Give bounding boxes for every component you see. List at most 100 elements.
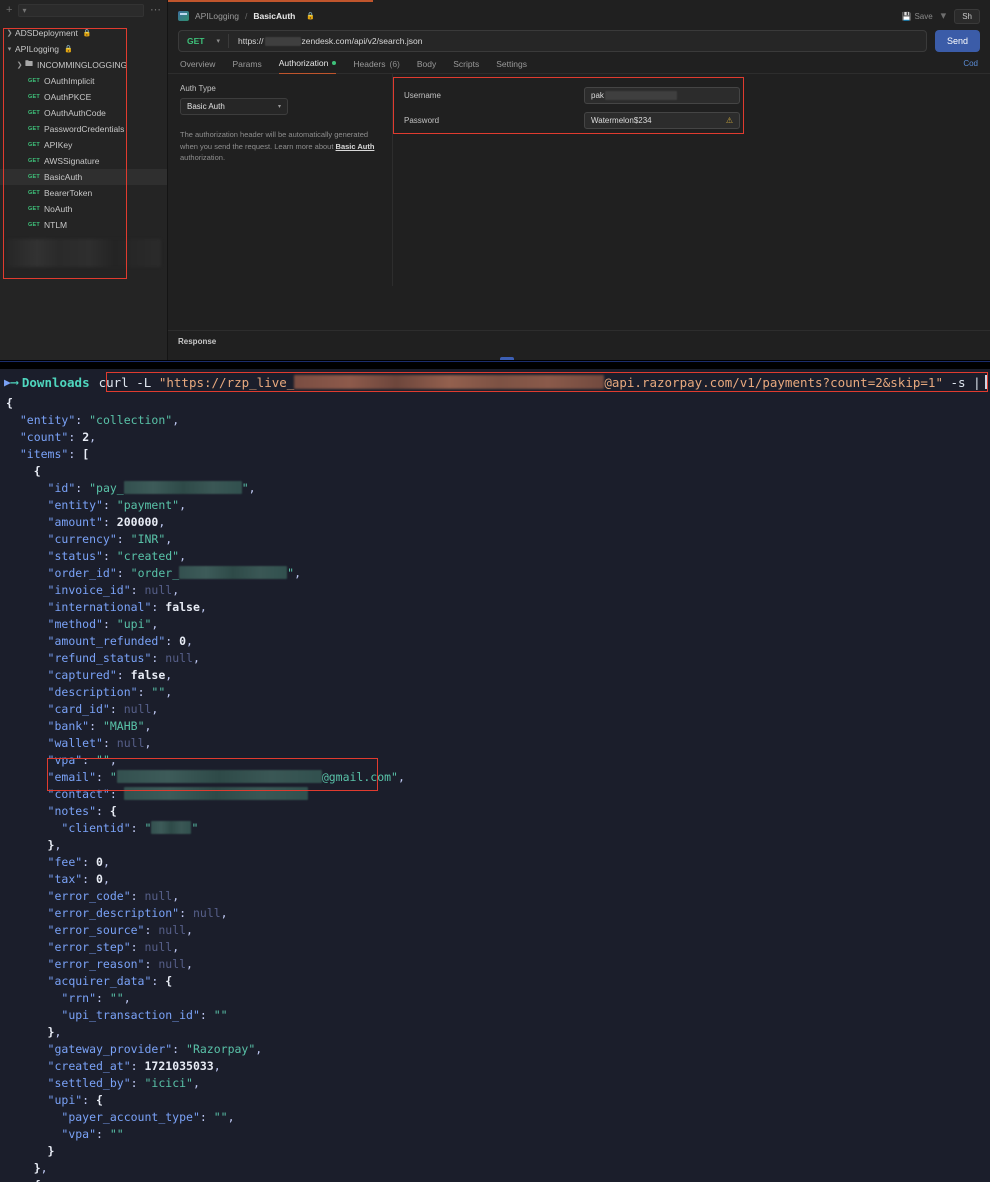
json-key: "rrn" bbox=[61, 991, 97, 1005]
sidebar-item-label: APILogging bbox=[15, 44, 59, 54]
chevron-right-icon[interactable]: ❯ bbox=[4, 29, 15, 37]
tab-body[interactable]: Body bbox=[417, 59, 436, 74]
command-text[interactable]: curl -L "https://rzp_live_ @api.razorpay.… bbox=[99, 375, 987, 390]
json-string: "" bbox=[213, 1110, 228, 1124]
tab-scripts[interactable]: Scripts bbox=[453, 59, 479, 74]
sidebar-item-basicauth[interactable]: GET BasicAuth bbox=[0, 169, 167, 185]
url-prefix: https:// bbox=[238, 36, 264, 46]
sidebar-item-oauthauthcode[interactable]: GET OAuthAuthCode bbox=[0, 105, 167, 121]
basic-auth-link[interactable]: Basic Auth bbox=[336, 142, 375, 151]
curl-flag-L: -L bbox=[136, 374, 152, 390]
auth-description-text-end: authorization. bbox=[180, 153, 226, 163]
breadcrumb-collection[interactable]: APILogging bbox=[195, 11, 239, 21]
sidebar-item-apilogging[interactable]: ▾ APILogging 🔒 bbox=[0, 41, 167, 57]
code-link[interactable]: Cod bbox=[963, 59, 978, 73]
password-label: Password bbox=[404, 115, 440, 125]
ellipsis-icon[interactable]: ⋯ bbox=[150, 4, 161, 16]
sidebar-item-oauthpkce[interactable]: GET OAuthPKCE bbox=[0, 89, 167, 105]
json-token: , bbox=[199, 600, 207, 614]
json-key: "fee" bbox=[47, 855, 83, 869]
sidebar-item-ntlm[interactable]: GET NTLM bbox=[0, 217, 167, 233]
sidebar-item-bearertoken[interactable]: GET BearerToken bbox=[0, 185, 167, 201]
sidebar-item-oauthimplicit[interactable]: GET OAuthImplicit bbox=[0, 73, 167, 89]
warning-triangle-icon[interactable]: ⚠ bbox=[726, 116, 733, 125]
json-token: , bbox=[144, 719, 152, 733]
json-token: : bbox=[75, 413, 90, 427]
json-token: : bbox=[116, 668, 131, 682]
sidebar-item-noauth[interactable]: GET NoAuth bbox=[0, 201, 167, 217]
json-key: "upi" bbox=[47, 1093, 83, 1107]
json-token: , bbox=[151, 617, 159, 631]
chevron-right-icon[interactable]: ❯ bbox=[14, 61, 25, 69]
chevron-down-icon: ▾ bbox=[216, 38, 220, 45]
chevron-down-icon[interactable]: ▾ bbox=[4, 45, 15, 53]
json-key: "currency" bbox=[47, 532, 117, 546]
json-key: "payer_account_type" bbox=[61, 1110, 200, 1124]
tab-headers[interactable]: Headers (6) bbox=[353, 59, 400, 74]
sidebar-item-passwordcredentials[interactable]: GET PasswordCredentials bbox=[0, 121, 167, 137]
sidebar-toolbar: + ▾ ⋯ bbox=[0, 0, 167, 20]
json-line: "notes": { bbox=[6, 803, 990, 820]
json-token: , bbox=[172, 940, 180, 954]
json-token: : bbox=[130, 1059, 145, 1073]
tab-settings[interactable]: Settings bbox=[496, 59, 527, 74]
json-string: "INR" bbox=[130, 532, 166, 546]
json-token: : bbox=[82, 1093, 97, 1107]
json-string: "upi" bbox=[116, 617, 152, 631]
json-token: : bbox=[144, 923, 159, 937]
method-value: GET bbox=[187, 36, 205, 46]
sidebar-item-adsdeployment[interactable]: ❯ ADSDeployment 🔒 bbox=[0, 25, 167, 41]
tab-overview[interactable]: Overview bbox=[180, 59, 215, 74]
terminal-window[interactable]: ▶⟶ Downloads curl -L "https://rzp_live_ @… bbox=[0, 369, 990, 1182]
filter-input[interactable]: ▾ bbox=[18, 3, 144, 17]
json-token: : bbox=[151, 974, 166, 988]
plus-icon[interactable]: + bbox=[6, 4, 12, 16]
json-token: : bbox=[102, 617, 117, 631]
url-bar[interactable]: GET ▾ https:// zendesk.com/api/v2/search… bbox=[178, 30, 927, 52]
json-token: , bbox=[294, 566, 301, 580]
json-line: "fee": 0, bbox=[6, 854, 990, 871]
json-token: , bbox=[40, 1161, 48, 1175]
breadcrumb-request[interactable]: BasicAuth bbox=[253, 11, 295, 21]
send-button[interactable]: Send bbox=[934, 30, 980, 52]
url-input[interactable]: https:// zendesk.com/api/v2/search.json bbox=[229, 36, 422, 46]
tab-params[interactable]: Params bbox=[232, 59, 261, 74]
json-token: , bbox=[165, 685, 173, 699]
sidebar-item-apikey[interactable]: GET APIKey bbox=[0, 137, 167, 153]
username-input[interactable]: pak bbox=[584, 86, 740, 104]
http-method-badge: GET bbox=[28, 174, 40, 180]
tab-label: Headers bbox=[353, 58, 386, 69]
json-line: "error_description": null, bbox=[6, 905, 990, 922]
json-token: : bbox=[96, 770, 110, 784]
curl-flag-s: -s bbox=[950, 374, 966, 390]
json-line: "invoice_id": null, bbox=[6, 582, 990, 599]
password-input[interactable]: Watermelon$234 ⚠ bbox=[584, 111, 740, 129]
sidebar-item-incomminglogging[interactable]: ❯ 🖿 INCOMMINGLOGGING bbox=[0, 57, 167, 73]
tab-authorization[interactable]: Authorization bbox=[278, 58, 337, 74]
share-button[interactable]: Sh bbox=[954, 8, 980, 24]
json-token: , bbox=[248, 481, 256, 495]
json-null: null bbox=[158, 957, 187, 971]
json-token: , bbox=[172, 889, 180, 903]
http-method-select[interactable]: GET ▾ bbox=[179, 31, 228, 51]
http-method-badge: GET bbox=[28, 158, 40, 164]
json-line: "order_id": "order_ ", bbox=[6, 565, 990, 582]
json-token: false bbox=[130, 668, 166, 682]
auth-type-select[interactable]: Basic Auth ▾ bbox=[180, 98, 288, 115]
json-key: "notes" bbox=[47, 804, 97, 818]
save-button[interactable]: 💾 Save bbox=[901, 12, 932, 21]
json-token: , bbox=[165, 532, 173, 546]
json-token: : bbox=[96, 991, 110, 1005]
password-value: Watermelon$234 bbox=[591, 115, 652, 125]
json-key: "invoice_id" bbox=[47, 583, 131, 597]
sidebar-item-awssignature[interactable]: GET AWSSignature bbox=[0, 153, 167, 169]
json-string: @gmail.com" bbox=[321, 770, 398, 784]
json-token: : bbox=[137, 685, 152, 699]
json-token: , bbox=[186, 634, 193, 648]
chevron-down-icon[interactable]: ▾ bbox=[941, 10, 947, 22]
json-key: "amount_refunded" bbox=[47, 634, 166, 648]
json-token: , bbox=[158, 515, 166, 529]
json-key: "international" bbox=[47, 600, 152, 614]
json-token: : bbox=[102, 515, 117, 529]
json-token: : bbox=[199, 1110, 214, 1124]
